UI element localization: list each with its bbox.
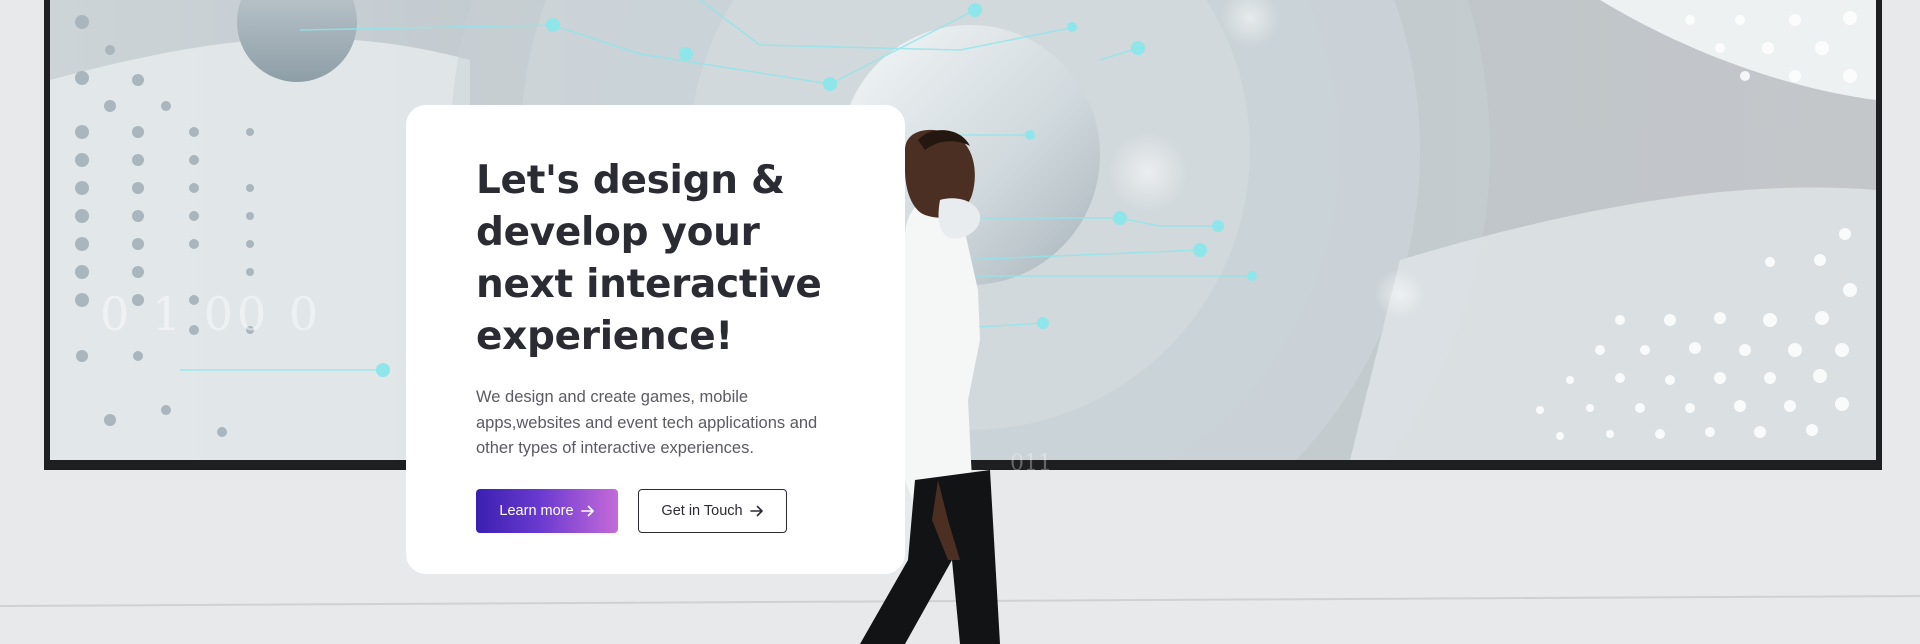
arrow-right-icon	[580, 505, 595, 517]
hero-description: We design and create games, mobile apps,…	[476, 388, 818, 457]
screen-digits: 0 1 00 0	[100, 287, 322, 341]
hero-background: 0 1 00 0 011	[0, 0, 1920, 644]
hero-actions: Learn more Get in Touch	[476, 488, 865, 533]
screen-digits-lower: 011	[1010, 451, 1052, 476]
hero-card: Let's design & develop your next interac…	[406, 105, 905, 574]
hero-headline: Let's design & develop your next interac…	[476, 158, 822, 359]
learn-more-label: Learn more	[499, 502, 574, 519]
arrow-right-icon	[749, 505, 764, 517]
get-in-touch-label: Get in Touch	[661, 502, 743, 519]
get-in-touch-button[interactable]: Get in Touch	[638, 488, 787, 533]
learn-more-button[interactable]: Learn more	[476, 488, 618, 533]
